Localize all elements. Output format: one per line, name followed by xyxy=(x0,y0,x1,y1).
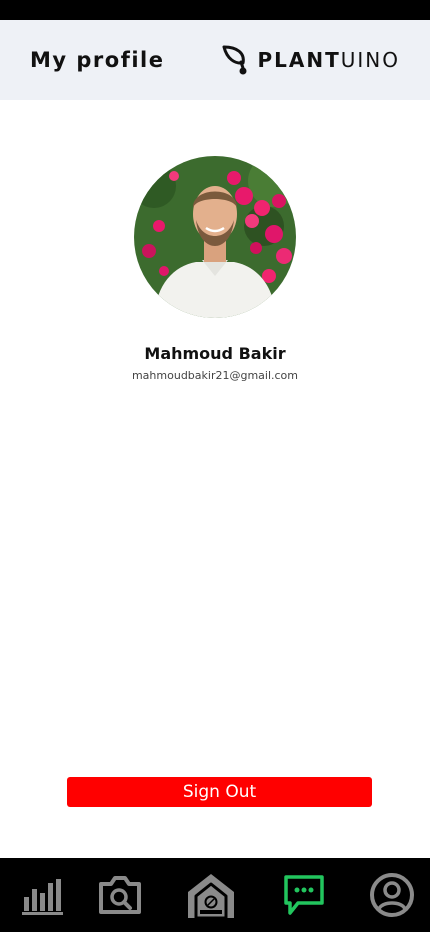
nav-item-chat[interactable] xyxy=(276,858,332,932)
user-name: Mahmoud Bakir xyxy=(144,344,286,363)
app-header: My profile PLANTUINO xyxy=(0,20,430,100)
brand-name: PLANTUINO xyxy=(257,48,400,72)
status-bar xyxy=(0,0,430,20)
leaf-logo-icon xyxy=(222,45,247,75)
nav-item-profile[interactable] xyxy=(364,858,420,932)
page-title: My profile xyxy=(30,48,165,72)
bar-chart-icon xyxy=(22,879,63,915)
greenhouse-icon xyxy=(188,874,234,920)
avatar xyxy=(134,156,296,318)
brand-logo: PLANTUINO xyxy=(221,44,400,76)
nav-item-greenhouse[interactable] xyxy=(180,858,242,932)
user-email: mahmoudbakir21@gmail.com xyxy=(131,369,299,382)
profile-photo xyxy=(134,156,296,318)
brand-name-bold: PLANT xyxy=(257,48,341,72)
sign-out-button[interactable]: Sign Out xyxy=(67,777,372,807)
user-circle-icon xyxy=(370,873,414,917)
nav-item-stats[interactable] xyxy=(14,858,70,932)
chat-icon xyxy=(284,875,324,915)
nav-item-camera[interactable] xyxy=(92,858,148,932)
brand-name-light: UINO xyxy=(340,48,400,72)
camera-search-icon xyxy=(99,876,141,914)
bottom-nav xyxy=(0,858,430,932)
